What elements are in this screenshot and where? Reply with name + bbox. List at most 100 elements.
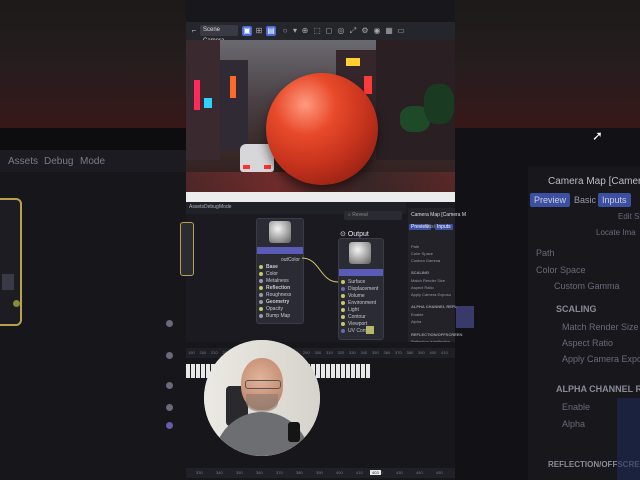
dropdown-icon[interactable]: ▾ [290,26,300,36]
bottom-tick-label: 360 [256,470,263,475]
render-viewport[interactable] [186,40,455,192]
prop-section-reflection[interactable]: REFLECTION/OFFSCREEN [411,332,462,337]
background-section-alpha: ALPHA CHANNEL REPL [556,384,640,394]
camera-select[interactable]: Scene Camera [200,25,238,44]
prop-custom-gamma[interactable]: Custom Gamma [411,258,440,263]
background-node-button [456,306,474,328]
current-frame-indicator[interactable]: 403 [370,470,381,475]
timeline-bottom-ruler[interactable]: 3303403503603703803904004104204304404504… [186,468,455,478]
prop-enable[interactable]: Enable [411,312,423,317]
image-icon[interactable]: ▦ [384,26,394,36]
background-right-item: Edit Sh [618,212,640,221]
presenter-beard [246,394,278,412]
pin-contour[interactable]: Contour [341,314,366,320]
ruler-tick-label: 410 [441,350,448,355]
node-editor[interactable]: Assets Debug Mode ⌕ Reveal outColor Base… [180,202,466,344]
tail-light [264,165,271,169]
prop-aspect-ratio[interactable]: Aspect Ratio [411,285,434,290]
crop-icon[interactable]: ⌐ [189,26,199,36]
tree [424,84,454,124]
pin-environment[interactable]: Environment [341,300,376,306]
background-tab-inputs: Inputs [598,193,631,207]
neon-sign [204,98,212,108]
background-label-color-space: Color Space [536,265,586,275]
ruler-tick-label: 350 [372,350,379,355]
background-alpha-item: Enable [562,402,591,412]
background-scaling-item: Aspect Ratio [562,338,614,348]
region-icon[interactable]: ◻ [324,26,334,36]
background-node [0,198,22,326]
bottom-tick-label: 400 [336,470,343,475]
prop-section-scaling[interactable]: SCALING [411,270,429,275]
bottom-tick-label: 410 [356,470,363,475]
background-blue-block [617,398,640,480]
tab-inputs[interactable]: Inputs [435,224,453,230]
background-node-editor [0,150,186,480]
bottom-tick-label: 430 [396,470,403,475]
background-tab-preview: Preview [530,193,571,207]
render-mode-icon[interactable]: ▣ [242,26,252,36]
background-section-scaling: SCALING [556,304,597,314]
bottom-tick-label: 340 [216,470,223,475]
background-label-path: Path [536,248,555,258]
ruler-tick-label: 380 [406,350,414,355]
background-scaling-item: Match Render Size [562,322,639,332]
neon-sign [364,76,372,94]
neon-sign [194,80,200,110]
ruler-tick-label: 340 [360,350,368,355]
ruler-tick-label: 390 [418,350,425,355]
microphone [288,422,300,442]
grid-icon[interactable]: ⊞ [254,26,264,36]
settings-icon[interactable]: ⚙ [360,26,370,36]
background-pin [166,382,173,389]
monitor-icon[interactable]: ▭ [396,26,406,36]
prop-alpha[interactable]: Alpha [411,319,421,324]
background-menu-debug: Debug [44,156,74,167]
background-menu-mode: Mode [80,156,106,167]
ruler-tick-label: 360 [383,350,391,355]
node-button[interactable] [366,326,374,334]
background-panel-title: Camera Map [Camera M [548,176,640,187]
output-node[interactable]: Surface Displacement Volume Environment … [338,238,384,340]
output-icon: ⊙ [340,231,348,238]
red-sphere [266,73,378,185]
prop-camera-exposure[interactable]: Apply Camera Exposu [411,292,451,297]
separator [186,192,455,202]
prop-match-render[interactable]: Match Render Size [411,278,445,283]
bottom-tick-label: 330 [196,470,203,475]
pin-surface[interactable]: Surface [341,279,365,285]
target-icon[interactable]: ◎ [336,26,346,36]
background-node-button [2,274,14,290]
frame-icon[interactable]: ⬚ [312,26,322,36]
layout-icon[interactable]: ▤ [266,26,276,36]
bottom-tick-label: 450 [436,470,443,475]
pin-icon[interactable]: ⊕ [300,26,310,36]
presenter-glasses [245,380,281,389]
bottom-tick-label: 350 [236,470,243,475]
background-pin [13,300,20,307]
expand-icon[interactable]: ⤢ [348,26,358,36]
ruler-tick-label: 400 [429,350,437,355]
prop-color-space[interactable]: Color Space [411,251,433,256]
properties-panel: Camera Map [Camera M Preview Basic Input… [408,208,466,344]
tail-light [243,165,250,169]
shading-icon[interactable]: ○ [280,26,290,36]
pin-light[interactable]: Light [341,307,359,313]
background-alpha-item: Alpha [562,419,586,429]
background-label-custom-gamma: Custom Gamma [554,281,620,291]
background-tab-basic: Basic [574,195,597,205]
prop-path: Path [411,244,420,249]
ruler-tick-label: 190 [188,350,195,355]
pin-viewport[interactable]: Viewport [341,321,367,327]
output-node-title: ⊙ Output [340,231,369,238]
prop-section-alpha[interactable]: ALPHA CHANNEL REPL [411,304,457,309]
pin-volume[interactable]: Volume [341,293,365,299]
camera-icon[interactable]: ◉ [372,26,382,36]
background-scaling-item: Apply Camera Exposu [562,354,640,364]
bottom-tick-label: 390 [316,470,323,475]
bottom-tick-label: 380 [296,470,303,475]
pin-displacement[interactable]: Displacement [341,286,378,292]
building [186,40,220,160]
neon-sign [346,58,360,66]
background-right-item: Locate Ima [596,228,636,237]
